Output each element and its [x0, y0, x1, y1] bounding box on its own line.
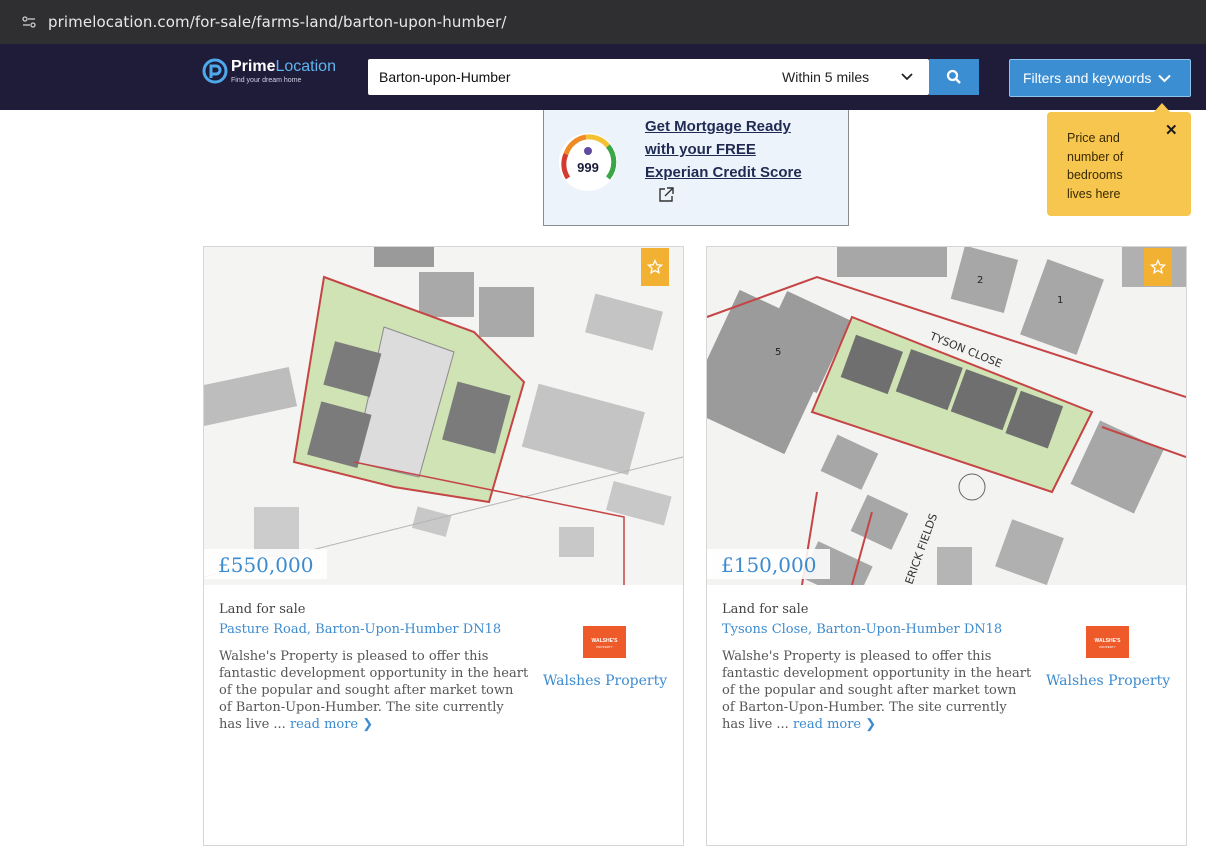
search-button[interactable] [929, 59, 979, 95]
listing-price[interactable]: £150,000 [707, 549, 831, 579]
star-icon [647, 259, 663, 275]
read-more-link[interactable]: read more ❯ [793, 717, 876, 732]
chevron-down-icon[interactable] [900, 70, 914, 84]
listing-type: Land for sale [219, 602, 306, 617]
location-search-box[interactable]: Barton-upon-Humber Within 5 miles [368, 59, 929, 95]
agent-logo[interactable]: WALSHE'S PROPERTY [1086, 626, 1129, 658]
logo-brand: PrimeLocation [231, 57, 336, 75]
url-text[interactable]: primelocation.com/for-sale/farms-land/ba… [48, 13, 507, 31]
search-icon [946, 69, 961, 84]
chevron-down-icon [1158, 74, 1172, 82]
filters-and-keywords-button[interactable]: Filters and keywords [1009, 59, 1191, 97]
external-link-icon [659, 187, 674, 202]
experian-advert[interactable]: 999 Get Mortgage Ready with your FREE Ex… [543, 110, 849, 226]
filters-tooltip: Price and number of bedrooms lives here … [1047, 103, 1191, 216]
listing-price[interactable]: £550,000 [204, 549, 328, 579]
star-icon [1150, 259, 1166, 275]
map-label-plot-2: 2 [977, 275, 983, 286]
logo-tagline: Find your dream home [231, 76, 302, 84]
listing-description: Walshe's Property is pleased to offer th… [722, 649, 1032, 732]
listing-address-link[interactable]: Tysons Close, Barton-Upon-Humber DN18 [722, 622, 1002, 637]
listing-card[interactable]: TYSON CLOSE ERICK FIELDS 5 2 1 £150,000 … [706, 246, 1187, 846]
save-favourite-button[interactable] [641, 248, 669, 286]
radius-select[interactable]: Within 5 miles [782, 69, 869, 85]
primelocation-logo[interactable]: PrimeLocation Find your dream home [202, 58, 336, 84]
agent-name-link[interactable]: Walshes Property [543, 673, 667, 689]
logo-mark-icon [202, 58, 228, 84]
tooltip-text: Price and number of bedrooms lives here [1067, 131, 1124, 201]
save-favourite-button[interactable] [1144, 248, 1172, 286]
listing-description: Walshe's Property is pleased to offer th… [219, 649, 529, 732]
browser-address-bar[interactable]: primelocation.com/for-sale/farms-land/ba… [0, 0, 1206, 44]
listing-type: Land for sale [722, 602, 809, 617]
read-more-link[interactable]: read more ❯ [290, 717, 373, 732]
site-header: PrimeLocation Find your dream home Barto… [0, 44, 1206, 110]
advert-text[interactable]: Get Mortgage Ready with your FREE Experi… [645, 115, 845, 184]
site-settings-icon[interactable] [22, 15, 36, 29]
location-input[interactable]: Barton-upon-Humber [379, 69, 511, 85]
tooltip-close-button[interactable]: ✕ [1165, 121, 1178, 139]
map-label-plot-5: 5 [775, 347, 781, 358]
filters-label: Filters and keywords [1023, 70, 1152, 86]
listing-card[interactable]: £550,000 Land for sale Pasture Road, Bar… [203, 246, 684, 846]
tooltip-arrow [1153, 103, 1171, 113]
listing-address-link[interactable]: Pasture Road, Barton-Upon-Humber DN18 [219, 622, 501, 637]
agent-name-link[interactable]: Walshes Property [1046, 673, 1170, 689]
agent-logo[interactable]: WALSHE'S PROPERTY [583, 626, 626, 658]
credit-score-value: 999 [577, 160, 599, 175]
listing-site-plan-image[interactable]: TYSON CLOSE ERICK FIELDS 5 2 1 [707, 247, 1186, 585]
map-label-plot-1: 1 [1057, 295, 1063, 306]
listing-site-plan-image[interactable] [204, 247, 683, 585]
